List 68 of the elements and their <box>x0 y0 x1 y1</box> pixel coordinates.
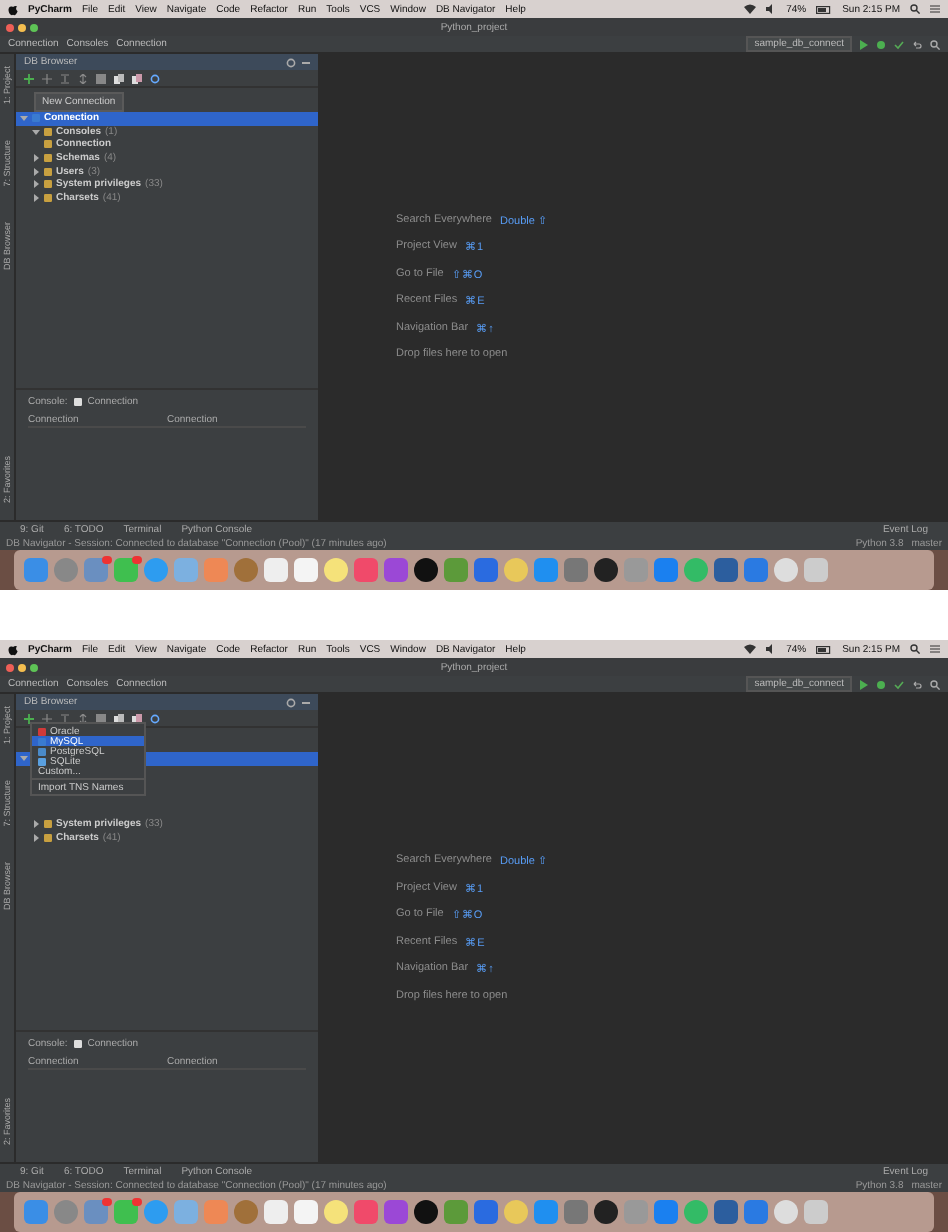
node-icon <box>44 180 52 189</box>
battery-icon[interactable] <box>816 5 833 13</box>
search-icon[interactable] <box>910 4 920 14</box>
menu-list-icon[interactable] <box>930 4 940 14</box>
collapse-icon[interactable] <box>60 73 70 83</box>
wifi-icon[interactable] <box>744 644 757 654</box>
search-icon[interactable] <box>930 39 940 49</box>
expand-icon[interactable] <box>78 713 88 723</box>
app-icon[interactable] <box>414 1200 438 1224</box>
expand-arrow-icon[interactable] <box>32 167 40 176</box>
battery-icon[interactable] <box>816 645 833 653</box>
run-icon[interactable] <box>860 679 868 689</box>
app-icon[interactable] <box>594 1200 618 1224</box>
add-icon[interactable] <box>24 713 34 723</box>
check-icon[interactable] <box>894 679 904 689</box>
minimize-icon[interactable] <box>18 663 26 671</box>
search-icon[interactable] <box>930 679 940 689</box>
apple-logo-icon[interactable] <box>8 643 18 655</box>
maximize-icon[interactable] <box>30 663 38 671</box>
expand-arrow-icon[interactable] <box>32 833 40 842</box>
expand-icon[interactable] <box>78 73 88 83</box>
badge-icon <box>102 556 112 564</box>
debug-icon[interactable] <box>876 39 886 49</box>
settings-icon[interactable] <box>150 73 160 83</box>
expand-arrow-icon[interactable] <box>32 193 40 202</box>
crosshair-icon[interactable] <box>42 713 52 723</box>
node-icon <box>44 820 52 829</box>
wifi-icon[interactable] <box>744 4 757 14</box>
minimize-icon[interactable] <box>302 701 310 703</box>
expand-arrow-icon[interactable] <box>32 154 40 163</box>
expand-arrow-icon[interactable] <box>20 114 28 123</box>
menu-list-icon[interactable] <box>930 644 940 654</box>
minimize-icon[interactable] <box>18 23 26 31</box>
node-icon <box>44 140 52 149</box>
console-icon <box>73 398 82 406</box>
app-icon[interactable] <box>594 558 618 582</box>
app-icon[interactable] <box>414 558 438 582</box>
check-icon[interactable] <box>894 39 904 49</box>
volume-icon[interactable] <box>766 644 777 654</box>
run-icon[interactable] <box>860 39 868 49</box>
maximize-icon[interactable] <box>30 23 38 31</box>
undo-icon[interactable] <box>912 679 922 689</box>
minimize-icon[interactable] <box>302 61 310 63</box>
badge-icon <box>132 1198 142 1206</box>
badge-icon <box>102 1198 112 1206</box>
expand-arrow-icon[interactable] <box>32 180 40 189</box>
node-icon <box>44 167 52 176</box>
search-icon[interactable] <box>910 644 920 654</box>
add-icon[interactable] <box>24 73 34 83</box>
expand-arrow-icon[interactable] <box>32 820 40 829</box>
volume-icon[interactable] <box>766 4 777 14</box>
undo-icon[interactable] <box>912 39 922 49</box>
node-icon <box>44 833 52 842</box>
console-icon <box>73 1040 82 1048</box>
close-icon[interactable] <box>6 23 14 31</box>
node-icon <box>44 154 52 163</box>
settings-icon[interactable] <box>150 713 160 723</box>
crosshair-icon[interactable] <box>42 73 52 83</box>
debug-icon[interactable] <box>876 679 886 689</box>
badge-icon <box>132 556 142 564</box>
node-icon <box>44 127 52 136</box>
node-icon <box>44 193 52 202</box>
expand-arrow-icon[interactable] <box>20 754 28 763</box>
expand-arrow-icon[interactable] <box>32 127 40 136</box>
settings-icon[interactable] <box>286 57 296 67</box>
apple-logo-icon[interactable] <box>8 3 18 15</box>
settings-icon[interactable] <box>286 697 296 707</box>
close-icon[interactable] <box>6 663 14 671</box>
